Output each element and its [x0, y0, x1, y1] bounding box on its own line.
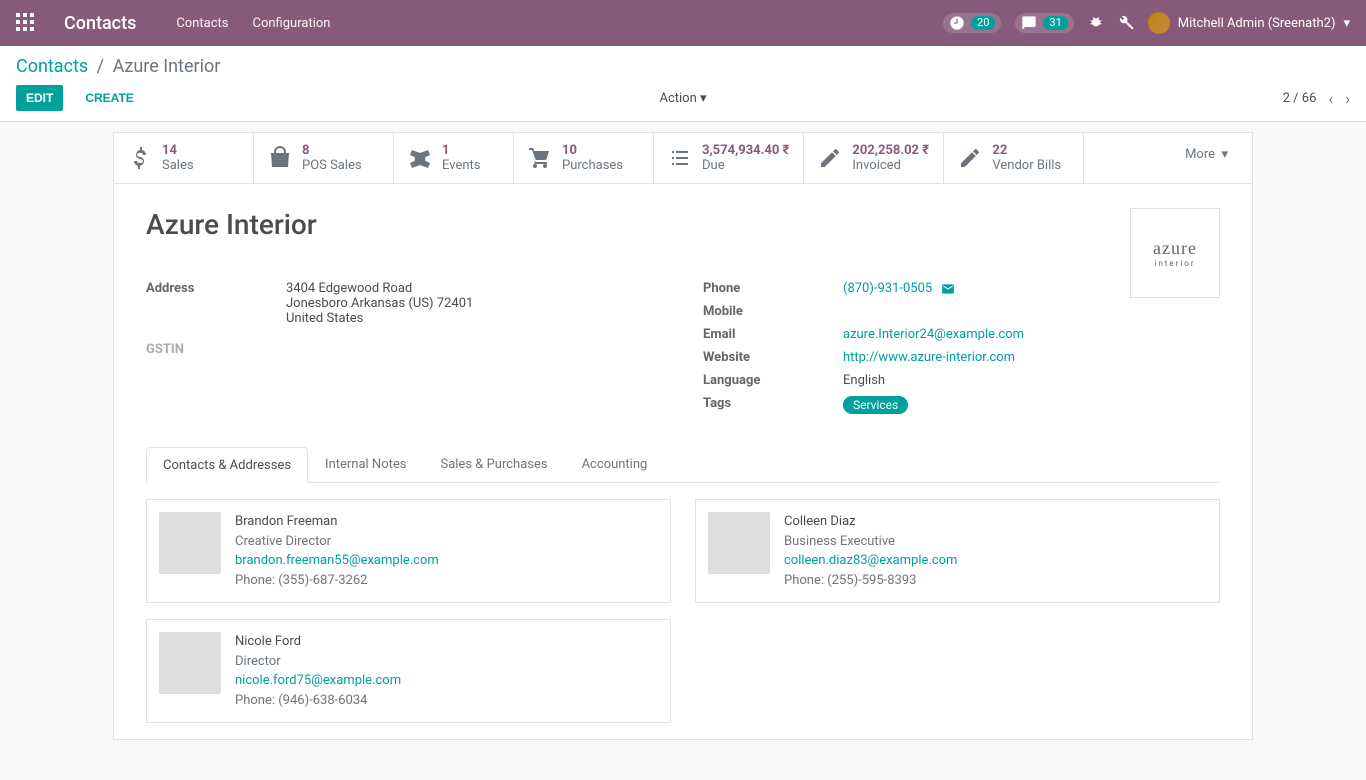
- stat-purchases[interactable]: 10Purchases: [514, 133, 654, 183]
- stat-more[interactable]: More ▾: [1161, 133, 1252, 183]
- apps-icon[interactable]: [16, 13, 36, 33]
- avatar-icon: [1148, 12, 1170, 34]
- activity-count: 20: [971, 16, 995, 30]
- nav-configuration[interactable]: Configuration: [253, 16, 331, 31]
- wrench-icon[interactable]: [1118, 15, 1134, 31]
- stat-invoiced[interactable]: 202,258.02 ₹Invoiced: [804, 133, 944, 183]
- action-menu[interactable]: Action ▾: [659, 91, 706, 106]
- ticket-icon: [408, 146, 432, 170]
- contact-name: Azure Interior: [146, 208, 1220, 241]
- language-value: English: [843, 373, 1220, 388]
- tab-contacts[interactable]: Contacts & Addresses: [146, 447, 308, 483]
- pager-text: 2 / 66: [1283, 91, 1317, 106]
- tab-accounting[interactable]: Accounting: [565, 446, 665, 482]
- stat-pos-sales[interactable]: 8POS Sales: [254, 133, 394, 183]
- address-value: 3404 Edgewood Road Jonesboro Arkansas (U…: [286, 281, 663, 326]
- dollar-icon: [128, 146, 152, 170]
- tags-label: Tags: [703, 396, 843, 411]
- contact-phone: Phone: (255)-595-8393: [784, 571, 957, 591]
- bag-icon: [268, 146, 292, 170]
- stat-sales[interactable]: 14Sales: [114, 133, 254, 183]
- app-title: Contacts: [64, 13, 136, 34]
- contact-name: Colleen Diaz: [784, 512, 957, 532]
- tab-internal-notes[interactable]: Internal Notes: [308, 446, 423, 482]
- phone-link[interactable]: (870)-931-0505: [843, 281, 932, 296]
- cart-icon: [528, 146, 552, 170]
- contact-card[interactable]: Colleen Diaz Business Executive colleen.…: [695, 499, 1220, 603]
- contact-name: Nicole Ford: [235, 632, 401, 652]
- language-label: Language: [703, 373, 843, 388]
- pager-prev[interactable]: ‹: [1328, 89, 1333, 108]
- contact-email[interactable]: colleen.diaz83@example.com: [784, 553, 957, 568]
- controlbar: Contacts / Azure Interior EDIT CREATE Ac…: [0, 46, 1366, 122]
- user-menu[interactable]: Mitchell Admin (Sreenath2) ▾: [1148, 12, 1350, 34]
- contact-avatar: [708, 512, 770, 574]
- pencil-icon: [958, 146, 982, 170]
- chevron-down-icon: ▾: [700, 91, 707, 106]
- stat-vendor-bills[interactable]: 22Vendor Bills: [944, 133, 1084, 183]
- statbar: 14Sales 8POS Sales 1Events 10Purchases 3…: [114, 133, 1252, 184]
- breadcrumb-root[interactable]: Contacts: [16, 56, 88, 77]
- tag-services: Services: [843, 396, 908, 414]
- email-label: Email: [703, 327, 843, 342]
- website-label: Website: [703, 350, 843, 365]
- mobile-label: Mobile: [703, 304, 843, 319]
- contact-title: Creative Director: [235, 532, 439, 552]
- contact-phone: Phone: (946)-638-6034: [235, 691, 401, 711]
- stat-due[interactable]: 3,574,934.40 ₹Due: [654, 133, 804, 183]
- edit-button[interactable]: EDIT: [16, 85, 63, 111]
- contact-title: Business Executive: [784, 532, 957, 552]
- chat-icon: [1021, 15, 1037, 31]
- clock-icon: [949, 15, 965, 31]
- company-logo[interactable]: azure interior: [1130, 208, 1220, 298]
- contact-card[interactable]: Brandon Freeman Creative Director brando…: [146, 499, 671, 603]
- phone-label: Phone: [703, 281, 843, 296]
- chevron-down-icon: ▾: [1343, 16, 1350, 31]
- nav-links: Contacts Configuration: [176, 16, 330, 31]
- pager-next[interactable]: ›: [1345, 89, 1350, 108]
- list-icon: [668, 146, 692, 170]
- gstin-label: GSTIN: [146, 342, 286, 357]
- create-button[interactable]: CREATE: [75, 85, 143, 111]
- pencil-icon: [818, 146, 842, 170]
- tab-sales-purchases[interactable]: Sales & Purchases: [423, 446, 564, 482]
- breadcrumb-current: Azure Interior: [113, 56, 221, 77]
- tabs: Contacts & Addresses Internal Notes Sale…: [146, 446, 1220, 483]
- tab-content: Brandon Freeman Creative Director brando…: [114, 483, 1252, 739]
- contact-name: Brandon Freeman: [235, 512, 439, 532]
- user-name: Mitchell Admin (Sreenath2): [1178, 16, 1336, 31]
- contact-email[interactable]: nicole.ford75@example.com: [235, 673, 401, 688]
- form-sheet: 14Sales 8POS Sales 1Events 10Purchases 3…: [113, 132, 1253, 740]
- address-label: Address: [146, 281, 286, 296]
- stat-events[interactable]: 1Events: [394, 133, 514, 183]
- contact-card[interactable]: Nicole Ford Director nicole.ford75@examp…: [146, 619, 671, 723]
- contact-avatar: [159, 512, 221, 574]
- activity-badge[interactable]: 20: [943, 13, 1001, 33]
- messages-badge[interactable]: 31: [1015, 13, 1073, 33]
- contact-title: Director: [235, 652, 401, 672]
- email-link[interactable]: azure.Interior24@example.com: [843, 327, 1024, 342]
- messages-count: 31: [1043, 16, 1067, 30]
- website-link[interactable]: http://www.azure-interior.com: [843, 350, 1015, 365]
- bug-icon[interactable]: [1088, 15, 1104, 31]
- contact-avatar: [159, 632, 221, 694]
- breadcrumb: Contacts / Azure Interior: [16, 56, 1350, 77]
- sms-icon[interactable]: [941, 282, 955, 296]
- nav-contacts[interactable]: Contacts: [176, 16, 228, 31]
- topbar: Contacts Contacts Configuration 20 31 Mi…: [0, 0, 1366, 46]
- breadcrumb-sep: /: [97, 56, 104, 77]
- contact-email[interactable]: brandon.freeman55@example.com: [235, 553, 439, 568]
- contact-phone: Phone: (355)-687-3262: [235, 571, 439, 591]
